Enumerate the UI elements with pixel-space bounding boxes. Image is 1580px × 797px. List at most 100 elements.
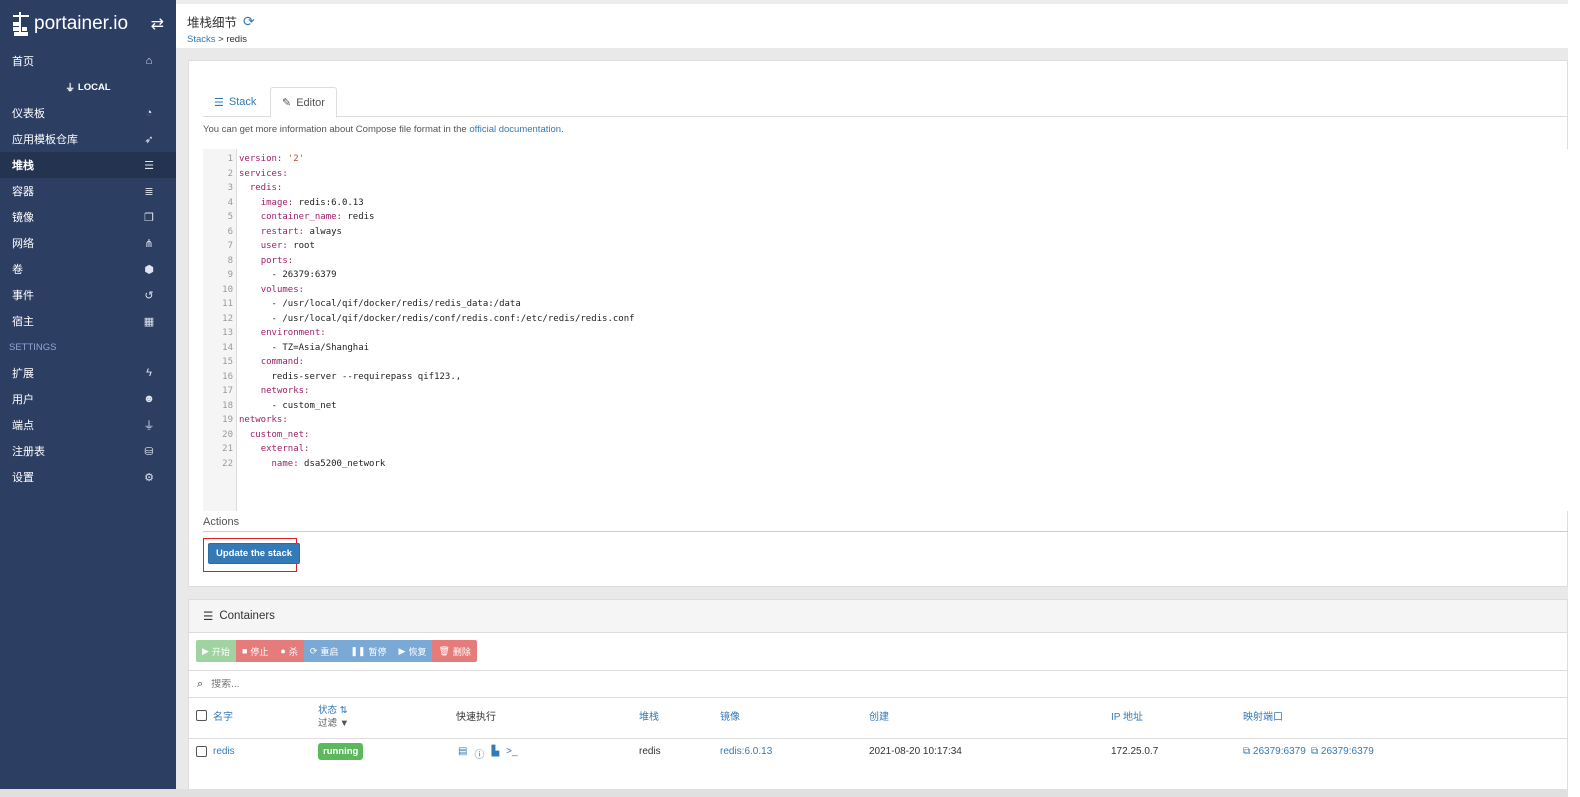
line-number: 12 xyxy=(222,313,233,324)
sidebar-item-volumes[interactable]: 卷 ⬢ xyxy=(0,256,176,282)
restart-button[interactable]: ⟳ 重启 xyxy=(303,640,345,662)
sidebar-item-templates[interactable]: 应用模板仓库 ➶ xyxy=(0,126,176,152)
cogs-icon: ⚙ xyxy=(144,471,154,484)
history-icon: ↺ xyxy=(144,289,154,302)
line-number: 3 xyxy=(227,183,233,193)
code-line: custom_net: xyxy=(249,429,310,440)
sidebar-item-label: 仪表板 xyxy=(12,108,45,120)
column-ip[interactable]: IP 地址 xyxy=(1111,708,1143,723)
line-number: 16 xyxy=(222,371,233,382)
container-ip: 172.25.0.7 xyxy=(1111,746,1159,757)
select-all-checkbox[interactable] xyxy=(196,710,207,721)
stats-icon[interactable]: ▙ xyxy=(491,746,499,761)
sidebar-item-users[interactable]: 用户 ☻ xyxy=(0,386,176,412)
line-number: 18 xyxy=(222,400,233,411)
status-badge: running xyxy=(318,743,364,760)
code-line: command: xyxy=(260,357,305,367)
portainer-crane-icon xyxy=(13,12,29,36)
play-icon: ▶ xyxy=(398,645,406,656)
sidebar-item-containers[interactable]: 容器 ≣ xyxy=(0,178,176,204)
code-line: redis: xyxy=(249,183,283,193)
pause-button[interactable]: ❚❚ 暂停 xyxy=(344,640,393,662)
refresh-icon[interactable]: ⟳ xyxy=(243,13,255,30)
sidebar-item-images[interactable]: 镜像 ❐ xyxy=(0,204,176,230)
column-state-label: 状态 xyxy=(318,705,338,716)
line-number: 11 xyxy=(222,299,233,309)
column-image[interactable]: 镜像 xyxy=(720,708,740,723)
sidebar-item-networks[interactable]: 网络 ⋔ xyxy=(0,230,176,256)
port-link[interactable]: ⧉ 26379:6379 xyxy=(1311,746,1374,757)
swap-icon[interactable]: ⇄ xyxy=(151,14,164,34)
row-checkbox[interactable] xyxy=(196,746,207,757)
window-edge xyxy=(0,789,1568,797)
database-icon: ⛁ xyxy=(144,445,154,458)
update-stack-button[interactable]: Update the stack xyxy=(208,543,301,564)
update-highlight-box: Update the stack xyxy=(203,538,301,572)
page-title: 堆栈细节 xyxy=(187,16,238,30)
console-icon[interactable]: >_ xyxy=(506,746,517,761)
sidebar-item-extensions[interactable]: 扩展 ϟ xyxy=(0,360,176,386)
search-input[interactable] xyxy=(211,678,612,690)
column-quick-actions: 快速执行 xyxy=(456,712,496,723)
divider xyxy=(203,531,1569,532)
portainer-logo[interactable]: portainer.io xyxy=(11,10,128,38)
users-icon: ☻ xyxy=(143,393,155,405)
code-line: version: '2' xyxy=(239,154,305,164)
containers-panel: ☰ Containers ▶ 开始 ■ 停止 ● 杀 ⟳ 重启 ❚❚ 暂停 ▶ 恢复 🗑 删除… xyxy=(188,599,1569,797)
compose-editor[interactable]: 1 version: '2' 2 services: 3 redis: 4 image: … xyxy=(203,149,1569,511)
resume-label: 恢复 xyxy=(408,646,427,657)
stop-button[interactable]: ■ 停止 xyxy=(235,640,275,662)
tab-editor-label: Editor xyxy=(296,96,325,109)
server-icon: ≣ xyxy=(144,185,154,198)
breadcrumb-stacks-link[interactable]: Stacks xyxy=(187,34,216,45)
line-number: 9 xyxy=(227,270,233,280)
breadcrumb: Stacks > redis xyxy=(187,34,1568,45)
sidebar-item-label: 注册表 xyxy=(12,446,45,458)
line-number: 5 xyxy=(227,212,233,222)
sidebar-item-home[interactable]: 首页 ⌂ xyxy=(0,48,176,74)
container-name-link[interactable]: redis xyxy=(213,746,235,757)
th-list-icon: ☰ xyxy=(214,96,224,109)
restart-label: 重启 xyxy=(320,646,339,657)
cubes-icon: ⬢ xyxy=(144,263,154,276)
resume-button[interactable]: ▶ 恢复 xyxy=(392,640,433,662)
sidebar-item-dashboard[interactable]: 仪表板 ◔ xyxy=(0,100,176,126)
brand-name: portainer.io xyxy=(34,13,129,34)
bomb-icon: ● xyxy=(280,646,286,656)
code-line: restart: always xyxy=(260,226,342,237)
column-created[interactable]: 创建 xyxy=(869,708,889,723)
kill-button[interactable]: ● 杀 xyxy=(274,640,304,662)
sidebar-item-label: 镜像 xyxy=(12,212,34,224)
divider xyxy=(189,738,1569,739)
sidebar-item-settings[interactable]: 设置 ⚙ xyxy=(0,464,176,490)
sidebar-item-label: 宿主 xyxy=(12,316,34,328)
code-line: name: dsa5200_network xyxy=(271,458,386,469)
inspect-icon[interactable]: ⓘ xyxy=(474,746,484,761)
logs-icon[interactable]: ▤ xyxy=(458,746,467,761)
column-name[interactable]: 名字 xyxy=(213,708,233,723)
column-ports[interactable]: 映射端口 xyxy=(1243,708,1283,723)
sidebar-item-host[interactable]: 宿主 ▦ xyxy=(0,308,176,334)
start-button[interactable]: ▶ 开始 xyxy=(196,640,236,662)
remove-button[interactable]: 🗑 删除 xyxy=(432,640,477,662)
sidebar-item-events[interactable]: 事件 ↺ xyxy=(0,282,176,308)
sort-icon: ⇅ xyxy=(339,705,348,716)
code-line: networks: xyxy=(260,386,310,396)
column-stack[interactable]: 堆栈 xyxy=(639,708,659,723)
sidebar-item-registries[interactable]: 注册表 ⛁ xyxy=(0,438,176,464)
settings-section-title: SETTINGS xyxy=(9,341,57,353)
tab-editor[interactable]: ✎ Editor xyxy=(270,87,337,118)
sidebar-item-endpoints[interactable]: 端点 ⏚ xyxy=(0,412,176,438)
container-image-link[interactable]: redis:6.0.13 xyxy=(720,746,772,757)
sidebar-item-label: 扩展 xyxy=(12,368,34,380)
search-bar: ⌕ xyxy=(189,670,1569,698)
column-state[interactable]: 状态 ⇅ 过滤 ▼ xyxy=(318,704,349,730)
start-label: 开始 xyxy=(211,646,230,657)
containers-title: Containers xyxy=(219,610,275,622)
port-link[interactable]: ⧉ 26379:6379 xyxy=(1243,746,1306,757)
th-icon: ▦ xyxy=(143,315,155,328)
official-documentation-link[interactable]: official documentation xyxy=(469,124,561,135)
sidebar-item-stacks[interactable]: 堆栈 ☰ xyxy=(0,152,176,178)
code-line: - TZ=Asia/Shanghai xyxy=(239,342,370,353)
tab-stack[interactable]: ☰ Stack xyxy=(203,87,267,117)
